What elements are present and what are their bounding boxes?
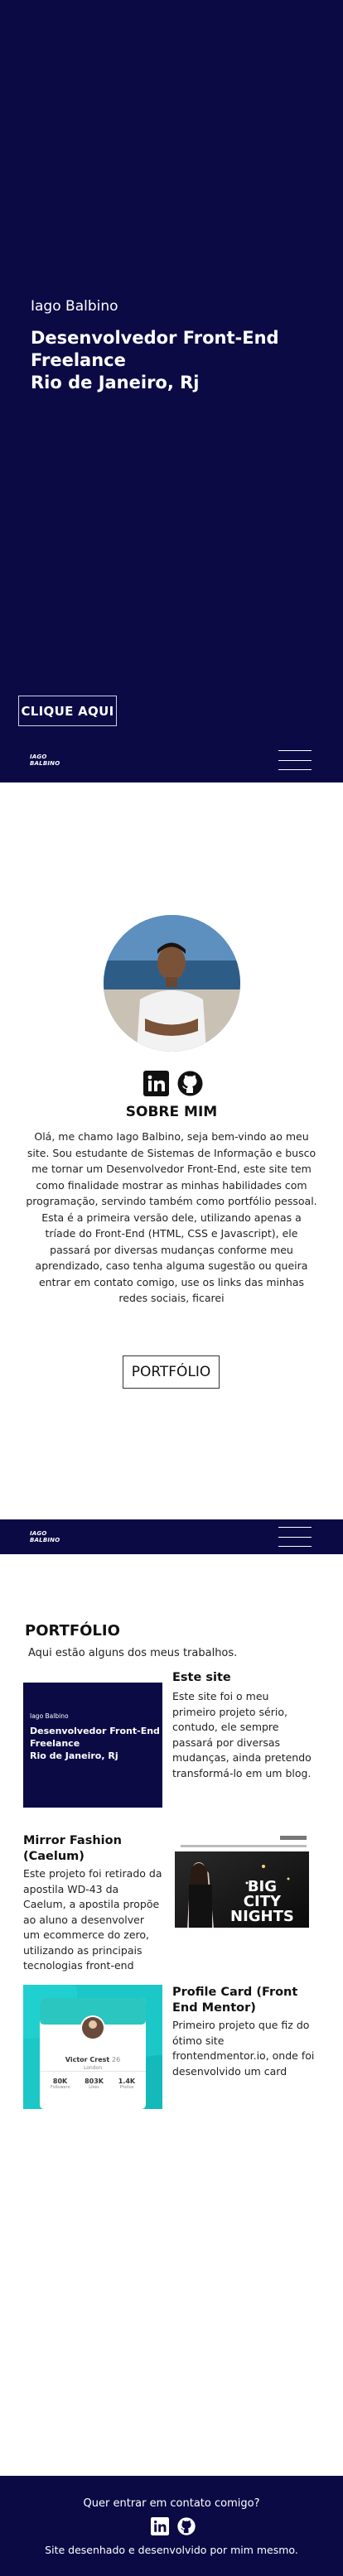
- hamburger-menu-icon[interactable]: [278, 1527, 312, 1547]
- logo[interactable]: IAGO BALBINO: [30, 754, 60, 767]
- thumb-text-nights: NIGHTS: [230, 1908, 294, 1925]
- logo-line1: IAGO: [30, 754, 47, 760]
- linkedin-icon[interactable]: [143, 1071, 169, 1096]
- hero-role-line2: Freelance: [31, 350, 126, 370]
- card-stat: 80K Followers: [50, 2078, 70, 2090]
- project-title: Profile Card (Front End Mentor): [172, 1986, 298, 2015]
- hero-greeting: Iago Balbino: [31, 298, 118, 315]
- thumb-role: Desenvolvedor Front-End Freelance Rio de…: [30, 1725, 162, 1762]
- github-icon[interactable]: [177, 2517, 196, 2535]
- project-description: Primeiro projeto que fiz do ótimo site f…: [172, 2019, 315, 2078]
- github-icon[interactable]: [177, 1071, 203, 1096]
- about-bio: Olá, me chamo Iago Balbino, seja bem-vin…: [26, 1130, 317, 1304]
- navbar-secondary: IAGO BALBINO: [0, 1519, 343, 1554]
- card-stat: 1.4K Photos: [118, 2078, 136, 2090]
- footer-credits: Site desenhado e desenvolvido por mim me…: [45, 2544, 298, 2556]
- hero-role-line3: Rio de Janeiro, Rj: [31, 373, 200, 392]
- logo-line2: BALBINO: [30, 1537, 60, 1543]
- card-age: 26: [112, 2056, 121, 2063]
- social-links: [143, 1071, 203, 1096]
- footer-contact-question: Quer entrar em contato comigo?: [83, 2497, 260, 2510]
- avatar: [104, 915, 240, 1052]
- logo-line1: IAGO: [30, 1530, 47, 1537]
- portfolio-heading: PORTFÓLIO: [25, 1622, 120, 1639]
- thumb-role-line1: Desenvolvedor Front-End: [30, 1726, 160, 1736]
- hero-role-line1: Desenvolvedor Front-End: [31, 328, 279, 348]
- card-name: Victor Crest: [65, 2056, 110, 2063]
- about-section: SOBRE MIM Olá, me chamo Iago Balbino, se…: [0, 782, 343, 1519]
- project-title: Mirror Fashion (Caelum): [23, 1834, 122, 1863]
- thumb-role-line3: Rio de Janeiro, Rj: [30, 1750, 118, 1761]
- about-heading: SOBRE MIM: [125, 1104, 218, 1120]
- project-description: Este projeto foi retirado da apostila WD…: [23, 1867, 162, 1972]
- project-description: Este site foi o meu primeiro projeto sér…: [172, 1690, 312, 1779]
- cta-button[interactable]: CLIQUE AQUI: [18, 696, 117, 726]
- thumb-greeting: Iago Balbino: [30, 1712, 69, 1720]
- hamburger-menu-icon[interactable]: [278, 750, 312, 770]
- navbar: IAGO BALBINO: [0, 743, 343, 778]
- logo[interactable]: IAGO BALBINO: [30, 1530, 60, 1543]
- linkedin-icon[interactable]: [151, 2517, 169, 2535]
- project-thumbnail-profile-card[interactable]: Victor Crest 26 London 80K Followers 803…: [23, 1985, 162, 2109]
- project-thumbnail-site[interactable]: Iago Balbino Desenvolvedor Front-End Fre…: [23, 1683, 162, 1808]
- portfolio-section: PORTFÓLIO Aqui estão alguns dos meus tra…: [0, 1554, 343, 2246]
- hero-section: Iago Balbino Desenvolvedor Front-End Fre…: [0, 0, 343, 782]
- project-title: Este site: [172, 1671, 231, 1684]
- card-city: London: [84, 2065, 102, 2071]
- portfolio-subtitle: Aqui estão alguns dos meus trabalhos.: [28, 1647, 238, 1659]
- card-stat: 803K Likes: [85, 2078, 104, 2090]
- footer-social-links: [151, 2517, 196, 2535]
- thumb-role-line2: Freelance: [30, 1738, 80, 1749]
- hero-role: Desenvolvedor Front-End Freelance Rio de…: [31, 327, 329, 394]
- portfolio-button[interactable]: PORTFÓLIO: [123, 1355, 220, 1389]
- footer: Quer entrar em contato comigo? Site dese…: [0, 2476, 343, 2576]
- project-thumbnail-mirror-fashion[interactable]: BIG CITY NIGHTS: [172, 1833, 312, 1933]
- logo-line2: BALBINO: [30, 760, 60, 767]
